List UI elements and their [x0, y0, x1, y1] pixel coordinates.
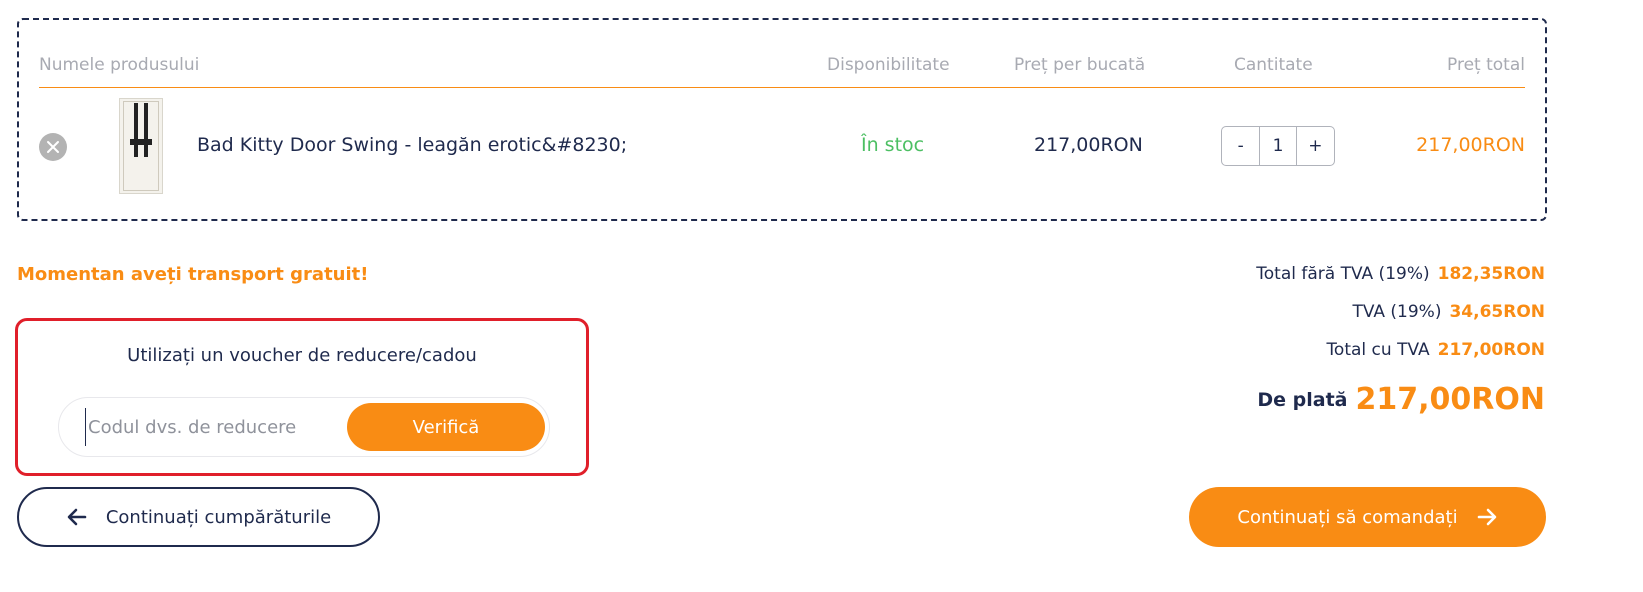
total-without-vat: Total fără TVA (19%) 182,35RON — [1256, 264, 1545, 284]
verify-voucher-button[interactable]: Verifică — [347, 403, 545, 451]
amount-to-pay-value: 217,00RON — [1355, 382, 1545, 417]
vat-value: 34,65RON — [1449, 302, 1545, 322]
voucher-code-input[interactable] — [85, 408, 335, 446]
unit-price: 217,00RON — [1034, 134, 1143, 156]
quantity-increase-button[interactable]: + — [1297, 127, 1334, 165]
total-with-vat-value: 217,00RON — [1437, 340, 1545, 360]
amount-to-pay-label: De plată — [1257, 389, 1348, 411]
cart-table: Numele produsului Disponibilitate Preț p… — [17, 18, 1547, 221]
arrow-left-icon — [66, 506, 88, 528]
line-total-price: 217,00RON — [1416, 134, 1525, 156]
continue-order-label: Continuați să comandați — [1237, 506, 1458, 528]
voucher-title: Utilizați un voucher de reducere/cadou — [127, 345, 477, 366]
table-row: Bad Kitty Door Swing - leagăn erotic&#82… — [39, 96, 1525, 196]
vat-label: TVA (19%) — [1352, 302, 1442, 322]
vat-amount: TVA (19%) 34,65RON — [1352, 302, 1545, 322]
header-product-name: Numele produsului — [39, 55, 200, 75]
header-total-price: Preț total — [1447, 55, 1525, 75]
free-shipping-message: Momentan aveți transport gratuit! — [17, 264, 369, 285]
header-quantity: Cantitate — [1234, 55, 1313, 75]
close-icon — [47, 141, 59, 153]
amount-to-pay: De plată 217,00RON — [1257, 382, 1545, 417]
total-with-vat: Total cu TVA 217,00RON — [1326, 340, 1545, 360]
product-name-link[interactable]: Bad Kitty Door Swing - leagăn erotic&#82… — [197, 134, 627, 156]
cart-table-header: Numele produsului Disponibilitate Preț p… — [39, 50, 1525, 88]
quantity-stepper: - 1 + — [1221, 126, 1335, 166]
voucher-form: Verifică — [58, 397, 550, 457]
product-thumbnail[interactable] — [119, 98, 163, 194]
total-with-vat-label: Total cu TVA — [1326, 340, 1430, 360]
availability-status: În stoc — [861, 134, 925, 156]
total-without-vat-label: Total fără TVA (19%) — [1256, 264, 1430, 284]
continue-shopping-label: Continuați cumpărăturile — [105, 506, 332, 528]
continue-order-button[interactable]: Continuați să comandați — [1189, 487, 1546, 547]
continue-shopping-button[interactable]: Continuați cumpărăturile — [17, 487, 380, 547]
total-without-vat-value: 182,35RON — [1437, 264, 1545, 284]
voucher-section: Utilizați un voucher de reducere/cadou V… — [15, 318, 589, 476]
remove-item-button[interactable] — [39, 133, 67, 161]
arrow-right-icon — [1476, 506, 1498, 528]
quantity-input[interactable]: 1 — [1259, 127, 1297, 165]
header-unit-price: Preț per bucată — [1014, 55, 1146, 75]
quantity-decrease-button[interactable]: - — [1222, 127, 1259, 165]
header-availability: Disponibilitate — [827, 55, 950, 75]
